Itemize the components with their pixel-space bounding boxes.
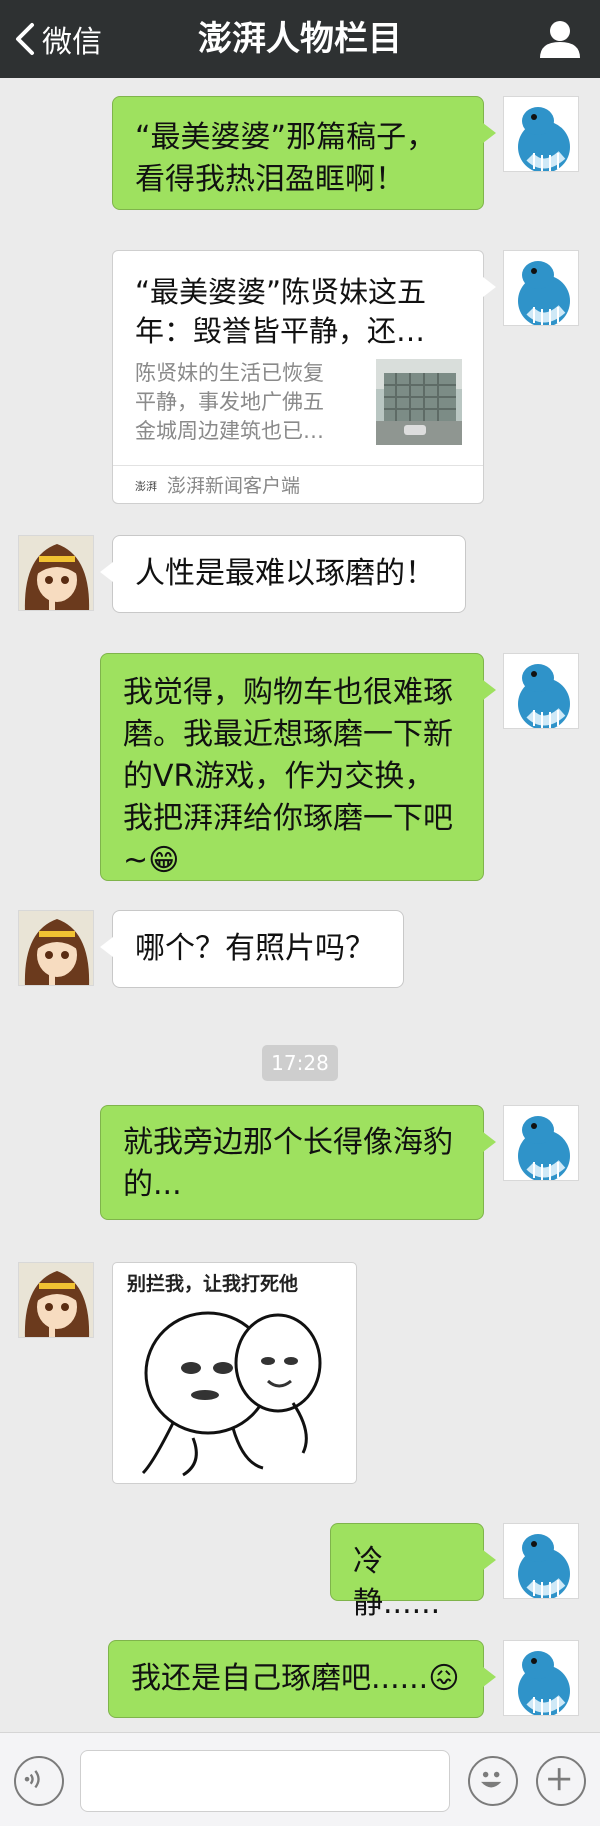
link-card-source: 澎湃新闻客户端 — [167, 475, 301, 497]
emoji-icon — [481, 1771, 502, 1788]
bubble-tail — [100, 562, 113, 582]
message-bubble-received[interactable]: 人性是最难以琢磨的！ — [100, 535, 466, 613]
link-card-title: “最美婆婆”陈贤妹这五年：毁誉皆平静，还… — [135, 275, 427, 348]
timestamp: 17:28 — [262, 1045, 338, 1081]
bubble-tail — [483, 1667, 496, 1687]
person-icon — [540, 21, 580, 58]
my-avatar[interactable] — [503, 1640, 579, 1716]
seal-avatar-icon — [504, 654, 578, 728]
back-label: 微信 — [42, 25, 102, 60]
message-text: 哪个？有照片吗？ — [135, 931, 375, 966]
bubble-tail — [100, 937, 113, 957]
seal-avatar-icon — [504, 97, 578, 171]
emoji-button[interactable] — [468, 1756, 518, 1806]
message-bubble-sent[interactable]: “最美婆婆”那篇稿子， 看得我热泪盈眶啊！ — [112, 96, 496, 210]
link-card[interactable]: “最美婆婆”陈贤妹这五年：毁誉皆平静，还… 陈贤妹的生活已恢复平静，事发地广佛五… — [112, 250, 496, 505]
message-text: 冷静...... — [353, 1544, 441, 1621]
message-bubble-sent[interactable]: 我觉得，购物车也很难琢 磨。我最近想琢磨一下新 的VR游戏，作为交换， 我把湃湃… — [100, 653, 496, 881]
chevron-left-icon — [16, 23, 34, 55]
message-bubble-sent[interactable]: 我还是自己琢磨吧......😖 — [108, 1640, 496, 1718]
seal-avatar-icon — [504, 251, 578, 325]
message-input[interactable] — [80, 1750, 450, 1812]
seal-avatar-icon — [504, 1106, 578, 1180]
my-avatar[interactable] — [503, 1105, 579, 1181]
bubble-tail — [483, 1550, 496, 1570]
message-text: 我还是自己琢磨吧......😖 — [131, 1661, 460, 1696]
contact-avatar[interactable] — [18, 535, 94, 611]
my-avatar[interactable] — [503, 653, 579, 729]
anime-girl-avatar-icon — [19, 911, 93, 985]
message-bubble-received[interactable]: 哪个？有照片吗？ — [100, 910, 404, 988]
source-logo-icon: 澎湃 — [135, 480, 157, 493]
message-text: “最美婆婆”那篇稿子， 看得我热泪盈眶啊！ — [135, 120, 437, 197]
voice-input-button[interactable] — [14, 1756, 64, 1806]
more-actions-button[interactable] — [536, 1756, 586, 1806]
message-bubble-sent[interactable]: 就我旁边那个长得像海豹 的... — [100, 1105, 496, 1220]
contact-avatar[interactable] — [18, 1262, 94, 1338]
contact-avatar[interactable] — [18, 910, 94, 986]
message-text: 就我旁边那个长得像海豹 的... — [123, 1125, 453, 1202]
bubble-tail — [483, 277, 496, 297]
bubble-tail — [483, 680, 496, 700]
meme-drawing — [141, 1311, 322, 1477]
message-text: 我觉得，购物车也很难琢 磨。我最近想琢磨一下新 的VR游戏，作为交换， 我把湃湃… — [123, 675, 453, 878]
link-card-source-bar: 澎湃 澎湃新闻客户端 — [113, 465, 483, 505]
my-avatar[interactable] — [503, 1523, 579, 1599]
back-button[interactable]: 微信 — [14, 18, 102, 60]
meme-image[interactable]: 别拦我，让我打死他 — [112, 1262, 357, 1484]
input-bar — [0, 1732, 600, 1826]
anime-girl-avatar-icon — [19, 536, 93, 610]
voice-icon — [24, 1770, 40, 1789]
seal-avatar-icon — [504, 1641, 578, 1715]
plus-icon — [548, 1768, 571, 1791]
bubble-tail — [483, 1132, 496, 1152]
bubble-tail — [483, 123, 496, 143]
message-bubble-sent[interactable]: 冷静...... — [330, 1523, 496, 1621]
link-card-thumbnail — [376, 359, 462, 445]
my-avatar[interactable] — [503, 250, 579, 326]
chat-info-button[interactable] — [538, 18, 582, 60]
seal-avatar-icon — [504, 1524, 578, 1598]
message-text: 人性是最难以琢磨的！ — [135, 556, 435, 591]
my-avatar[interactable] — [503, 96, 579, 172]
anime-girl-avatar-icon — [19, 1263, 93, 1337]
link-card-description: 陈贤妹的生活已恢复平静，事发地广佛五金城周边建筑也已… — [135, 361, 324, 443]
nav-bar: 微信 澎湃人物栏目 — [0, 0, 600, 78]
